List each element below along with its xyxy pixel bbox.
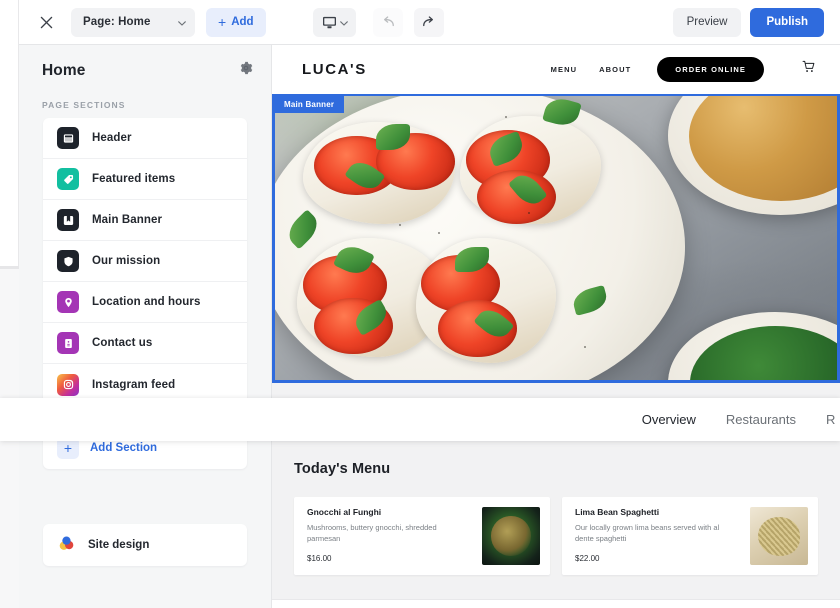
chevron-down-icon — [156, 13, 186, 31]
sidebar-item-contact-us[interactable]: Contact us — [43, 323, 247, 364]
page-selector-label: Page: Home — [83, 16, 151, 28]
nav-link-about[interactable]: ABOUT — [599, 65, 631, 74]
background-panel-strip — [0, 0, 19, 268]
overlay-tab-list: Overview Restaurants R — [642, 412, 840, 427]
add-button-label: Add — [231, 16, 254, 28]
preview-button[interactable]: Preview — [672, 7, 742, 37]
editor-toolbar: Page: Home + Add Preview Publish — [19, 0, 840, 45]
preview-site-header: LUCA'S MENU ABOUT ORDER ONLINE — [272, 45, 840, 94]
close-icon — [40, 16, 52, 28]
sections-sidebar: Home PAGE SECTIONS Header Featured items… — [19, 45, 272, 608]
sidebar-item-header[interactable]: Header — [43, 118, 247, 159]
undo-button[interactable] — [372, 7, 403, 37]
instagram-icon — [57, 373, 79, 396]
overlay-tab-overview[interactable]: Overview — [642, 412, 696, 427]
sidebar-item-featured-items[interactable]: Featured items — [43, 159, 247, 200]
site-design-button[interactable]: Site design — [43, 524, 247, 566]
undo-icon — [383, 16, 394, 27]
page-selector[interactable]: Page: Home — [71, 7, 195, 37]
menu-item-image — [750, 507, 808, 565]
menu-item-name: Gnocchi al Funghi — [307, 507, 382, 517]
background-panel-edge — [0, 266, 19, 269]
toolbar-left-group: Page: Home + Add — [19, 7, 444, 37]
site-logo: LUCA'S — [302, 61, 367, 78]
device-selector[interactable] — [312, 7, 356, 37]
menu-card-text: Gnocchi al Funghi Mushrooms, buttery gno… — [294, 497, 482, 575]
publish-button[interactable]: Publish — [750, 7, 824, 37]
menu-item-description: Our locally grown lima beans served with… — [575, 523, 720, 544]
sidebar-item-label: Instagram feed — [92, 378, 176, 391]
order-online-button[interactable]: ORDER ONLINE — [657, 57, 764, 82]
sidebar-item-our-mission[interactable]: Our mission — [43, 241, 247, 282]
toolbar-right-group: Preview Publish — [672, 7, 840, 37]
gear-icon[interactable] — [239, 61, 253, 80]
window-icon — [57, 127, 79, 149]
canvas-bottom-edge — [272, 599, 840, 608]
menu-card[interactable]: Gnocchi al Funghi Mushrooms, buttery gno… — [294, 497, 550, 575]
overlay-tab-clipped[interactable]: R — [826, 412, 836, 427]
menu-item-price: $16.00 — [307, 553, 332, 563]
contact-card-icon — [57, 332, 79, 354]
sidebar-item-label: Main Banner — [92, 214, 163, 226]
menu-item-description: Mushrooms, buttery gnocchi, shredded par… — [307, 523, 437, 544]
sidebar-header: Home — [19, 45, 271, 80]
menu-card-list: Gnocchi al Funghi Mushrooms, buttery gno… — [294, 497, 818, 575]
desktop-icon — [322, 16, 336, 28]
page-sections-list: Header Featured items Main Banner Our mi… — [43, 118, 247, 405]
nav-link-menu[interactable]: MENU — [551, 65, 577, 74]
sidebar-item-location-and-hours[interactable]: Location and hours — [43, 282, 247, 323]
menu-section-title: Today's Menu — [294, 461, 391, 477]
section-selection-tag: Main Banner — [275, 96, 345, 113]
chevron-down-icon — [339, 13, 348, 31]
map-pin-icon — [57, 291, 79, 313]
menu-item-price: $22.00 — [575, 553, 600, 563]
redo-button[interactable] — [413, 7, 444, 37]
app-root: Page: Home + Add Preview Publish Home PA… — [0, 0, 840, 608]
sidebar-item-label: Our mission — [92, 255, 161, 267]
site-design-label: Site design — [88, 539, 150, 551]
menu-card-text: Lima Bean Spaghetti Our locally grown li… — [562, 497, 750, 575]
plus-icon: + — [218, 14, 227, 30]
palette-icon — [57, 534, 77, 557]
bookmark-icon — [57, 209, 79, 231]
shopping-cart-icon[interactable] — [802, 60, 816, 79]
sidebar-item-label: Featured items — [92, 173, 176, 185]
banner-photo — [275, 96, 837, 380]
close-button[interactable] — [32, 8, 60, 36]
add-button[interactable]: + Add — [206, 7, 266, 37]
tag-icon — [57, 168, 79, 190]
sidebar-item-main-banner[interactable]: Main Banner — [43, 200, 247, 241]
main-banner-section[interactable]: Main Banner — [272, 94, 840, 383]
sidebar-item-label: Location and hours — [92, 296, 201, 308]
site-nav: MENU ABOUT ORDER ONLINE — [551, 57, 816, 82]
overlay-tab-restaurants[interactable]: Restaurants — [726, 412, 796, 427]
sidebar-item-label: Header — [92, 132, 132, 144]
redo-icon — [422, 16, 433, 27]
menu-card[interactable]: Lima Bean Spaghetti Our locally grown li… — [562, 497, 818, 575]
page-sections-caption: PAGE SECTIONS — [42, 100, 126, 110]
site-preview-canvas: LUCA'S MENU ABOUT ORDER ONLINE Main Bann… — [272, 45, 840, 608]
menu-item-name: Lima Bean Spaghetti — [575, 507, 660, 517]
todays-menu-section: Today's Menu Gnocchi al Funghi Mushrooms… — [272, 445, 840, 608]
shield-icon — [57, 250, 79, 272]
menu-item-image — [482, 507, 540, 565]
overlay-navigation-bar: Overview Restaurants R — [0, 398, 840, 441]
sidebar-item-label: Contact us — [92, 337, 153, 349]
page-title: Home — [42, 61, 86, 79]
add-section-label: Add Section — [90, 442, 158, 454]
